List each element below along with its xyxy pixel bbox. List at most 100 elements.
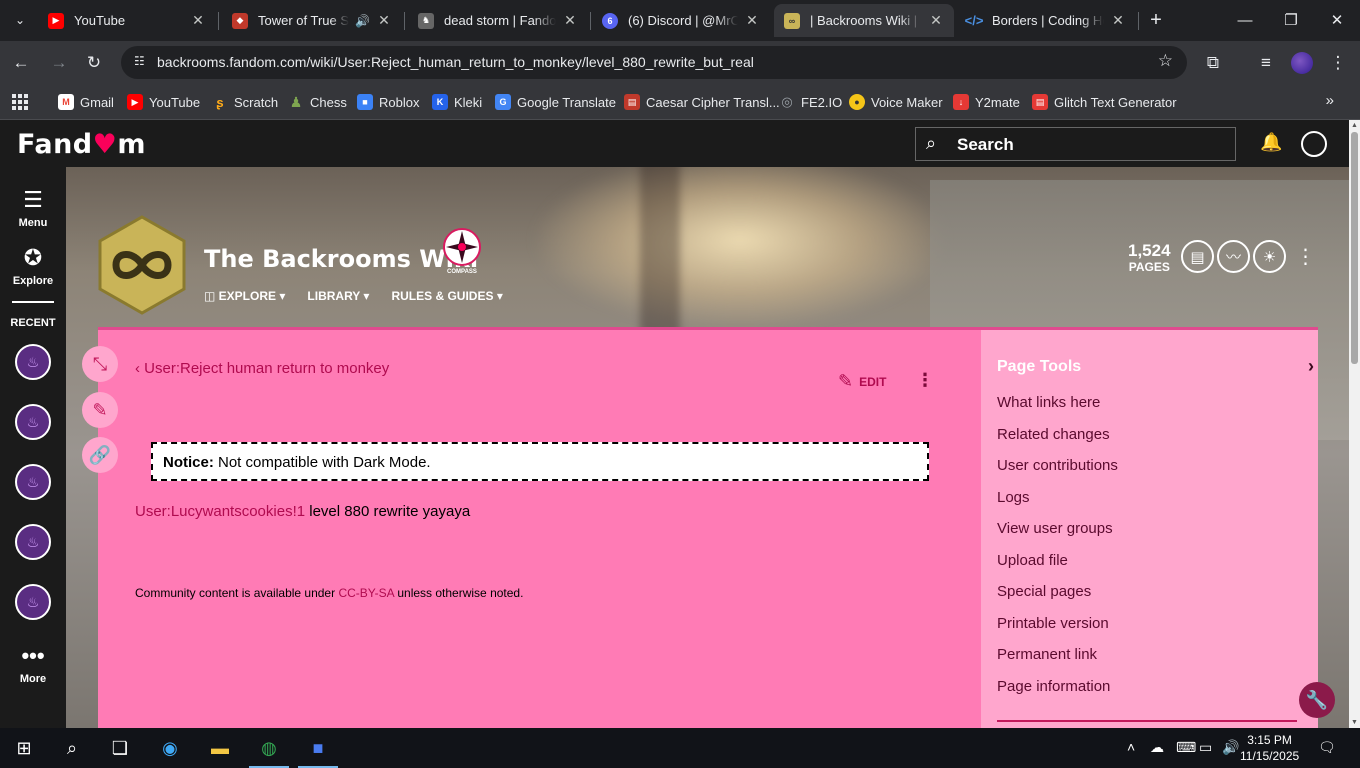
close-icon[interactable]: ✕ bbox=[376, 12, 392, 29]
recent-wiki-1[interactable]: ♨ bbox=[15, 344, 51, 380]
tab-search-button[interactable]: ⌄ bbox=[6, 6, 34, 34]
wiki-more-button[interactable]: ⋮ bbox=[1289, 240, 1322, 273]
close-window-button[interactable]: ✕ bbox=[1314, 0, 1360, 40]
onedrive-icon[interactable]: ☁ bbox=[1150, 739, 1164, 756]
close-icon[interactable]: ✕ bbox=[928, 12, 944, 29]
forward-button[interactable]: → bbox=[44, 48, 74, 78]
edit-button[interactable]: ✎ EDIT bbox=[838, 371, 886, 392]
theme-toggle-button[interactable]: ☀ bbox=[1253, 240, 1286, 273]
bookmark-youtube[interactable]: ▶ YouTube bbox=[127, 92, 200, 112]
edge-icon[interactable]: ◉ bbox=[146, 728, 194, 768]
clock[interactable]: 3:15 PM 11/15/2025 bbox=[1240, 732, 1299, 764]
user-avatar[interactable] bbox=[1301, 131, 1327, 157]
tool-what-links-here[interactable]: What links here bbox=[997, 394, 1100, 411]
collapse-button[interactable]: ⤡ bbox=[82, 346, 118, 382]
edit-fab-button[interactable]: ✎ bbox=[82, 392, 118, 428]
new-tab-button[interactable]: + bbox=[1143, 7, 1169, 33]
share-link-button[interactable]: 🔗 bbox=[82, 437, 118, 473]
more-button[interactable]: ••• More bbox=[0, 643, 66, 685]
bookmarks-overflow-icon[interactable]: » bbox=[1326, 92, 1334, 109]
keyboard-icon[interactable]: ⌨ bbox=[1176, 739, 1196, 756]
bookmark-chess[interactable]: ♟ Chess bbox=[288, 92, 347, 112]
windows-start-icon[interactable]: ⊞ bbox=[0, 728, 48, 768]
scrollbar-thumb[interactable] bbox=[1351, 132, 1358, 364]
tool-page-information[interactable]: Page information bbox=[997, 678, 1110, 695]
roblox-studio-icon[interactable]: ■ bbox=[294, 728, 342, 768]
bookmark-scratch[interactable]: ʂ Scratch bbox=[212, 92, 278, 112]
recent-wiki-5[interactable]: ♨ bbox=[15, 584, 51, 620]
tab-dead-storm[interactable]: ♞ dead storm | Fandom ✕ bbox=[408, 4, 588, 37]
tray-overflow-icon[interactable]: ˄ bbox=[1127, 739, 1135, 755]
file-explorer-icon[interactable]: ▬ bbox=[196, 728, 244, 768]
tools-fab-button[interactable]: 🔧 bbox=[1299, 682, 1335, 718]
wiki-name[interactable]: The Backrooms Wiki bbox=[204, 245, 478, 273]
tool-permanent-link[interactable]: Permanent link bbox=[997, 646, 1097, 663]
volume-icon[interactable]: 🔊 bbox=[1222, 739, 1239, 756]
tool-special-pages[interactable]: Special pages bbox=[997, 583, 1091, 600]
bookmark-kleki[interactable]: K Kleki bbox=[432, 92, 482, 112]
bookmark-caesar-cipher[interactable]: ▤ Caesar Cipher Transl... bbox=[624, 92, 780, 112]
tab-tower-of-true-skill[interactable]: ◆ Tower of True Skill 🔊 ✕ bbox=[222, 4, 402, 37]
tool-upload-file[interactable]: Upload file bbox=[997, 552, 1068, 569]
extensions-icon[interactable]: ⧉ bbox=[1198, 48, 1228, 78]
wiki-logo[interactable] bbox=[98, 215, 186, 315]
close-icon[interactable]: ✕ bbox=[190, 12, 206, 29]
close-icon[interactable]: ✕ bbox=[562, 12, 578, 29]
page-actions-kebab-icon[interactable]: ⋮ bbox=[916, 370, 934, 391]
tab-backrooms-wiki[interactable]: ∞ | Backrooms Wiki | Fandom ✕ bbox=[774, 4, 954, 37]
tab-discord[interactable]: 6 (6) Discord | @MrCrimson ✕ bbox=[592, 4, 770, 37]
bookmark-fe2io[interactable]: ◎ FE2.IO bbox=[779, 92, 842, 112]
wiki-nav-library[interactable]: LIBRARY ▾ bbox=[307, 289, 369, 303]
compass-badge-icon[interactable]: COMPASS bbox=[438, 225, 486, 275]
chevron-right-icon[interactable]: › bbox=[1308, 356, 1314, 377]
breadcrumb[interactable]: ‹ User:Reject human return to monkey bbox=[135, 360, 389, 377]
search-input[interactable]: ⌕ Search bbox=[915, 127, 1236, 161]
profile-avatar[interactable] bbox=[1291, 52, 1313, 74]
tab-borders-coding-help[interactable]: </> Borders | Coding Help ✕ bbox=[956, 4, 1136, 37]
close-icon[interactable]: ✕ bbox=[1110, 12, 1126, 29]
recent-wiki-3[interactable]: ♨ bbox=[15, 464, 51, 500]
tool-user-contributions[interactable]: User contributions bbox=[997, 457, 1118, 474]
bookmark-star-icon[interactable]: ☆ bbox=[1158, 51, 1173, 71]
chrome-icon[interactable]: ◍ bbox=[245, 728, 293, 768]
explore-button[interactable]: ✪ Explore bbox=[0, 245, 66, 287]
search-icon[interactable]: ⌕ bbox=[48, 728, 96, 768]
minimize-button[interactable]: — bbox=[1222, 0, 1268, 40]
speaker-icon[interactable]: 🔊 bbox=[355, 14, 370, 28]
bookmark-y2mate[interactable]: ↓ Y2mate bbox=[953, 92, 1020, 112]
address-bar[interactable]: ☷ backrooms.fandom.com/wiki/User:Reject_… bbox=[121, 46, 1187, 79]
breadcrumb-link[interactable]: User:Reject human return to monkey bbox=[144, 360, 389, 377]
notifications-icon[interactable]: 🗨 bbox=[1318, 739, 1336, 756]
media-control-icon[interactable]: ≡ bbox=[1251, 48, 1281, 78]
fandom-logo[interactable]: Fand♥m bbox=[17, 129, 146, 160]
bookmark-google-translate[interactable]: G Google Translate bbox=[495, 92, 616, 112]
bookmark-voice-maker[interactable]: ● Voice Maker bbox=[849, 92, 943, 112]
restore-button[interactable]: ❐ bbox=[1268, 0, 1314, 40]
recent-wiki-2[interactable]: ♨ bbox=[15, 404, 51, 440]
reload-button[interactable]: ↻ bbox=[79, 48, 109, 78]
license-link[interactable]: CC-BY-SA bbox=[338, 586, 394, 600]
menu-button[interactable]: ☰ Menu bbox=[0, 187, 66, 229]
bookmark-roblox[interactable]: ■ Roblox bbox=[357, 92, 419, 112]
tool-view-user-groups[interactable]: View user groups bbox=[997, 520, 1113, 537]
apps-grid-icon[interactable] bbox=[12, 94, 28, 110]
scroll-up-icon[interactable]: ▲ bbox=[1350, 122, 1359, 129]
recent-wiki-4[interactable]: ♨ bbox=[15, 524, 51, 560]
page-scrollbar[interactable]: ▲ ▼ bbox=[1349, 120, 1360, 728]
wiki-nav-rules-guides[interactable]: RULES & GUIDES ▾ bbox=[391, 289, 502, 303]
tool-related-changes[interactable]: Related changes bbox=[997, 426, 1110, 443]
tool-printable-version[interactable]: Printable version bbox=[997, 615, 1109, 632]
wiki-nav-explore[interactable]: ◫ EXPLORE ▾ bbox=[204, 289, 285, 303]
bookmark-gmail[interactable]: M Gmail bbox=[58, 92, 114, 112]
task-view-icon[interactable]: ❏ bbox=[96, 728, 144, 768]
site-info-icon[interactable]: ☷ bbox=[134, 54, 150, 70]
bookmark-glitch-text[interactable]: ▤ Glitch Text Generator bbox=[1032, 92, 1177, 112]
tool-logs[interactable]: Logs bbox=[997, 489, 1030, 506]
user-link[interactable]: User:Lucywantscookies!1 bbox=[135, 503, 305, 520]
back-button[interactable]: ← bbox=[6, 48, 36, 78]
tab-youtube[interactable]: ▶ YouTube ✕ bbox=[38, 4, 216, 37]
recent-activity-button[interactable]: 〰 bbox=[1217, 240, 1250, 273]
discussions-button[interactable]: ▤ bbox=[1181, 240, 1214, 273]
scroll-down-icon[interactable]: ▼ bbox=[1350, 719, 1359, 726]
network-icon[interactable]: ▭ bbox=[1199, 739, 1212, 756]
